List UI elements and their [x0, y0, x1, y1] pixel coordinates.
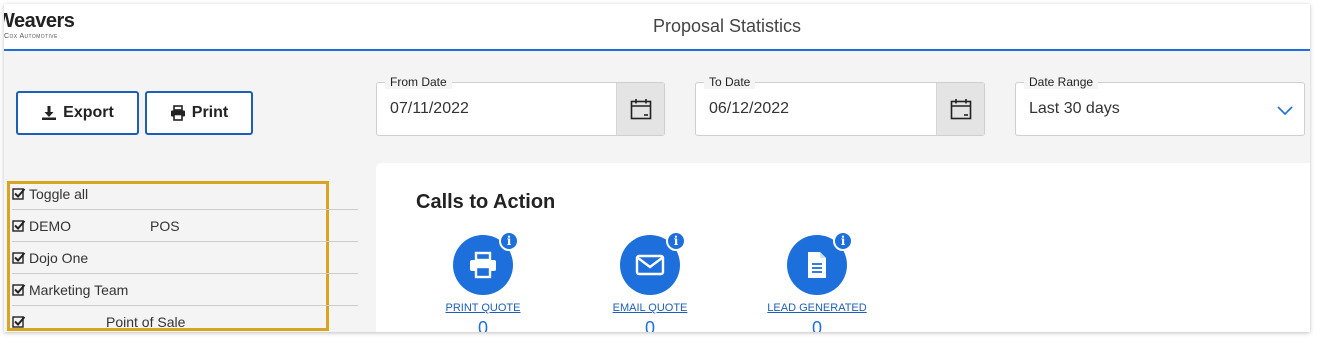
group-name: Toggle all: [29, 185, 89, 202]
group-secondary: POS: [150, 217, 180, 234]
top-header: Weavers Cox Automotive Proposal Statisti…: [4, 4, 1310, 51]
print-quote-link[interactable]: PRINT QUOTE: [423, 302, 543, 314]
cta-circle: i: [453, 231, 519, 295]
from-date-calendar-button[interactable]: [616, 83, 664, 135]
cta-circle: i: [620, 231, 686, 295]
envelope-icon: [635, 254, 665, 276]
from-date-label: From Date: [385, 75, 452, 89]
info-icon[interactable]: i: [833, 231, 853, 251]
checkbox-checked-icon[interactable]: [12, 251, 26, 265]
print-button[interactable]: Print: [145, 91, 253, 135]
download-icon: [42, 106, 57, 120]
to-date-label: To Date: [704, 75, 756, 89]
print-label: Print: [191, 104, 229, 121]
cta-email-quote: i EMAIL QUOTE 0: [590, 231, 710, 332]
to-date-calendar-button[interactable]: [936, 83, 984, 135]
checkbox-checked-icon[interactable]: [12, 283, 26, 297]
calls-to-action-card: Calls to Action i PRINT QUOTE 0 i EMAIL …: [376, 163, 1310, 332]
group-name: Marketing Team: [29, 281, 129, 298]
to-date-field[interactable]: To Date 06/12/2022: [695, 75, 985, 136]
print-quote-count: 0: [477, 318, 488, 332]
document-icon: [808, 252, 826, 278]
to-date-value[interactable]: 06/12/2022: [709, 100, 789, 118]
export-button[interactable]: Export: [16, 91, 139, 135]
group-name: Dojo One: [29, 249, 89, 266]
checkbox-checked-icon[interactable]: [12, 315, 26, 329]
toggle-all-row[interactable]: Toggle all: [12, 178, 358, 210]
date-range-label: Date Range: [1024, 75, 1099, 89]
date-range-select[interactable]: Date Range Last 30 days: [1015, 75, 1305, 136]
group-name: DEMO: [29, 217, 71, 234]
group-row[interactable]: Marketing Team: [12, 274, 358, 306]
from-date-value[interactable]: 07/11/2022: [390, 100, 469, 118]
group-row[interactable]: Dojo One: [12, 242, 358, 274]
chevron-down-icon[interactable]: [1276, 101, 1294, 119]
from-date-field[interactable]: From Date 07/11/2022: [376, 75, 665, 136]
card-title: Calls to Action: [416, 191, 556, 213]
export-label: Export: [63, 104, 114, 121]
group-row[interactable]: DEMO POS: [12, 210, 358, 242]
lead-generated-link[interactable]: LEAD GENERATED: [757, 302, 877, 314]
info-icon[interactable]: i: [499, 231, 519, 251]
calendar-icon: [950, 99, 971, 120]
printer-icon: [170, 105, 185, 121]
email-quote-count: 0: [644, 318, 655, 332]
cta-circle: i: [787, 231, 853, 295]
info-icon[interactable]: i: [666, 231, 686, 251]
checkbox-checked-icon[interactable]: [12, 219, 26, 233]
printer-icon: [470, 251, 496, 279]
group-row[interactable]: Point of Sale: [12, 306, 358, 332]
lead-generated-count: 0: [811, 318, 822, 332]
page-title: Proposal Statistics: [652, 16, 802, 36]
calendar-icon: [630, 99, 651, 120]
date-range-value: Last 30 days: [1029, 100, 1120, 117]
cta-lead-generated: i LEAD GENERATED 0: [757, 231, 877, 332]
email-quote-link[interactable]: EMAIL QUOTE: [590, 302, 710, 314]
group-secondary: Point of Sale: [106, 314, 186, 330]
cta-print-quote: i PRINT QUOTE 0: [423, 231, 543, 332]
app-window: Weavers Cox Automotive Proposal Statisti…: [4, 4, 1310, 332]
checkbox-checked-icon[interactable]: [12, 187, 26, 201]
